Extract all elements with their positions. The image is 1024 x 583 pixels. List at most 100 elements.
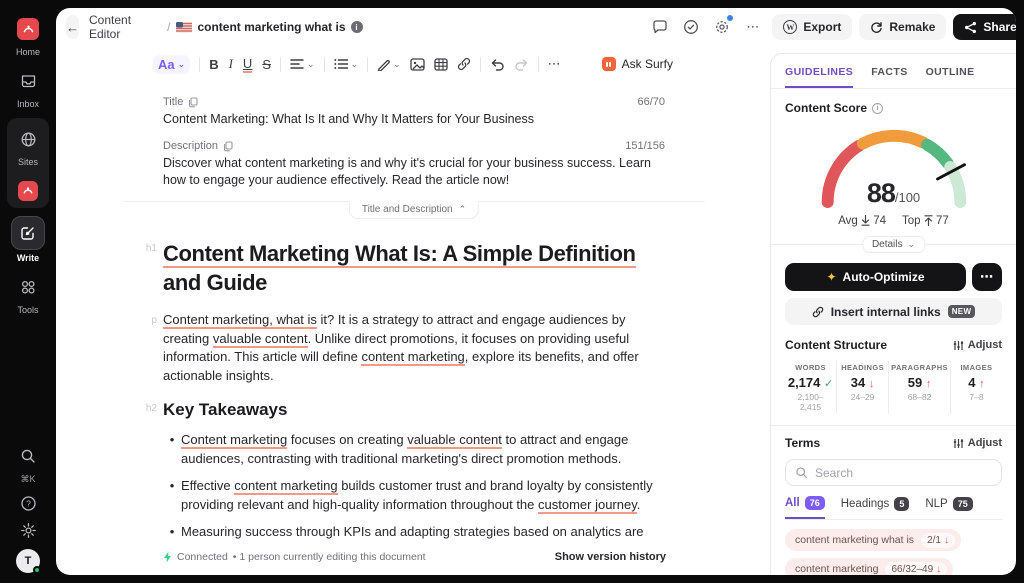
chevron-down-icon: ⌄ [908,239,916,250]
structure-adjust-button[interactable]: Adjust [953,339,1002,351]
terms-adjust-button[interactable]: Adjust [953,437,1002,449]
editor-column: Aa⌄ B I U S ⌄ ⌄ [56,46,770,575]
auto-optimize-more-button[interactable]: ⋯ [972,263,1002,291]
tools-icon[interactable] [11,272,45,302]
check-circle-icon[interactable] [679,15,703,39]
auto-optimize-button[interactable]: ✦ Auto-Optimize [785,263,966,291]
stat-images: IMAGES4 ↑7–8 [951,361,1002,414]
title-description-collapse-row: Title and Description ⌃ [123,201,705,225]
description-input[interactable]: Discover what content marketing is and w… [163,155,665,189]
doc-block-h2[interactable]: h2Key Takeaways [163,399,665,421]
globe-icon[interactable] [11,124,45,154]
surfer-logo-icon[interactable] [11,14,45,44]
search-placeholder: Search [815,466,853,480]
remake-button[interactable]: Remake [859,14,946,40]
help-icon[interactable]: ? [20,495,37,512]
description-char-count: 151/156 [625,140,665,152]
description-field-label: Description [163,140,218,152]
rail-label-sites: Sites [18,157,38,167]
italic-button[interactable]: I [229,56,233,72]
terms-search-input[interactable]: Search [785,459,1002,486]
guidelines-panel: GUIDELINES FACTS OUTLINE Content Score i [770,53,1016,575]
share-label: Share [983,20,1016,34]
tab-outline[interactable]: OUTLINE [926,66,975,88]
undo-button[interactable] [490,58,505,71]
inbox-icon[interactable] [11,66,45,96]
tab-guidelines[interactable]: GUIDELINES [785,66,853,88]
doc-block-h1[interactable]: h1Content Marketing What Is: A Simple De… [163,239,665,297]
align-button[interactable]: ⌄ [290,58,315,70]
info-icon[interactable]: i [872,103,883,114]
stat-paragraphs: PARAGRAPHS59 ↑68–82 [889,361,951,414]
bold-button[interactable]: B [209,57,218,72]
term-text: content marketing [795,563,878,575]
list-button[interactable]: ⌄ [334,58,359,70]
settings-gear-icon[interactable] [20,522,37,539]
link-icon [812,306,824,318]
term-chip[interactable]: content marketing 66/32–49↓ [785,558,953,575]
term-chip[interactable]: content marketing what is2/1↓ [785,529,961,551]
rail-label-inbox: Inbox [17,99,39,109]
search-icon[interactable] [20,448,36,464]
sparkles-icon: ✦ [826,270,836,284]
export-label: Export [803,20,841,34]
us-flag-icon [176,22,192,33]
panel-tabs: GUIDELINES FACTS OUTLINE [771,54,1016,89]
title-input[interactable]: Content Marketing: What Is It and Why It… [163,111,665,128]
comments-icon[interactable] [648,15,672,39]
term-count: 66/32–49↓ [885,562,947,576]
doc-block-p[interactable]: pContent marketing, what is it? It is a … [163,311,665,385]
breadcrumb-app[interactable]: Content Editor [89,13,161,41]
refresh-icon [870,21,883,34]
document-area[interactable]: Title 66/70 Content Marketing: What Is I… [56,82,770,545]
content-score-heading: Content Score [785,101,867,115]
content-score-max: /100 [895,190,920,205]
toolbar-more-button[interactable]: ⋯ [548,56,562,72]
pen-button[interactable]: ⌄ [377,58,401,71]
link-button[interactable] [457,57,471,71]
format-toolbar: Aa⌄ B I U S ⌄ ⌄ [56,46,770,82]
list-item[interactable]: •Measuring success through KPIs and adap… [163,523,665,545]
text-style-button[interactable]: Aa⌄ [153,55,190,74]
rail-label-write: Write [17,253,39,263]
terms-tab-all[interactable]: All76 [785,496,825,519]
stat-headings: HEADINGS34 ↓24–29 [837,361,889,414]
collapse-title-description-button[interactable]: Title and Description ⌃ [349,201,479,219]
site-surfer-icon[interactable] [11,176,45,206]
insert-internal-links-button[interactable]: Insert internal links NEW [785,298,1002,325]
info-icon[interactable]: i [351,21,363,33]
strikethrough-button[interactable]: S [262,57,271,72]
list-item[interactable]: •Content marketing focuses on creating v… [163,431,665,468]
doc-title[interactable]: content marketing what is [197,20,345,34]
editing-status: • 1 person currently editing this docume… [233,551,426,563]
sites-group: Sites [7,118,49,208]
ask-surfy-button[interactable]: Ask Surfy [602,57,673,71]
settings-gear-icon-top[interactable] [710,15,734,39]
wordpress-icon: W [783,20,797,34]
table-button[interactable] [434,58,448,71]
left-rail: Home Inbox Sites Write Tools ⌘K [0,0,56,583]
details-button[interactable]: Details ⌄ [862,236,925,253]
search-icon [795,466,808,479]
underline-button[interactable]: U [243,56,252,73]
bullet-marker: • [163,477,181,514]
write-icon[interactable] [11,216,45,250]
back-button[interactable]: ← [66,15,79,39]
copy-icon[interactable] [223,141,233,152]
block-type-label: h1 [137,243,157,254]
export-button[interactable]: W Export [772,14,852,40]
doc-block-ul[interactable]: •Content marketing focuses on creating v… [163,431,665,545]
image-button[interactable] [410,58,425,71]
show-version-history-link[interactable]: Show version history [555,551,666,563]
list-item[interactable]: •Effective content marketing builds cust… [163,477,665,514]
redo-button[interactable] [514,58,529,71]
user-avatar[interactable]: T [16,549,40,573]
term-count: 2/1↓ [921,533,955,548]
share-button[interactable]: Share [953,14,1016,40]
copy-icon[interactable] [188,97,198,108]
share-icon [964,21,977,34]
terms-tab-headings[interactable]: Headings5 [841,496,910,519]
more-menu-icon[interactable]: ⋯ [741,15,765,39]
tab-facts[interactable]: FACTS [871,66,907,88]
terms-tab-nlp[interactable]: NLP75 [925,496,972,519]
